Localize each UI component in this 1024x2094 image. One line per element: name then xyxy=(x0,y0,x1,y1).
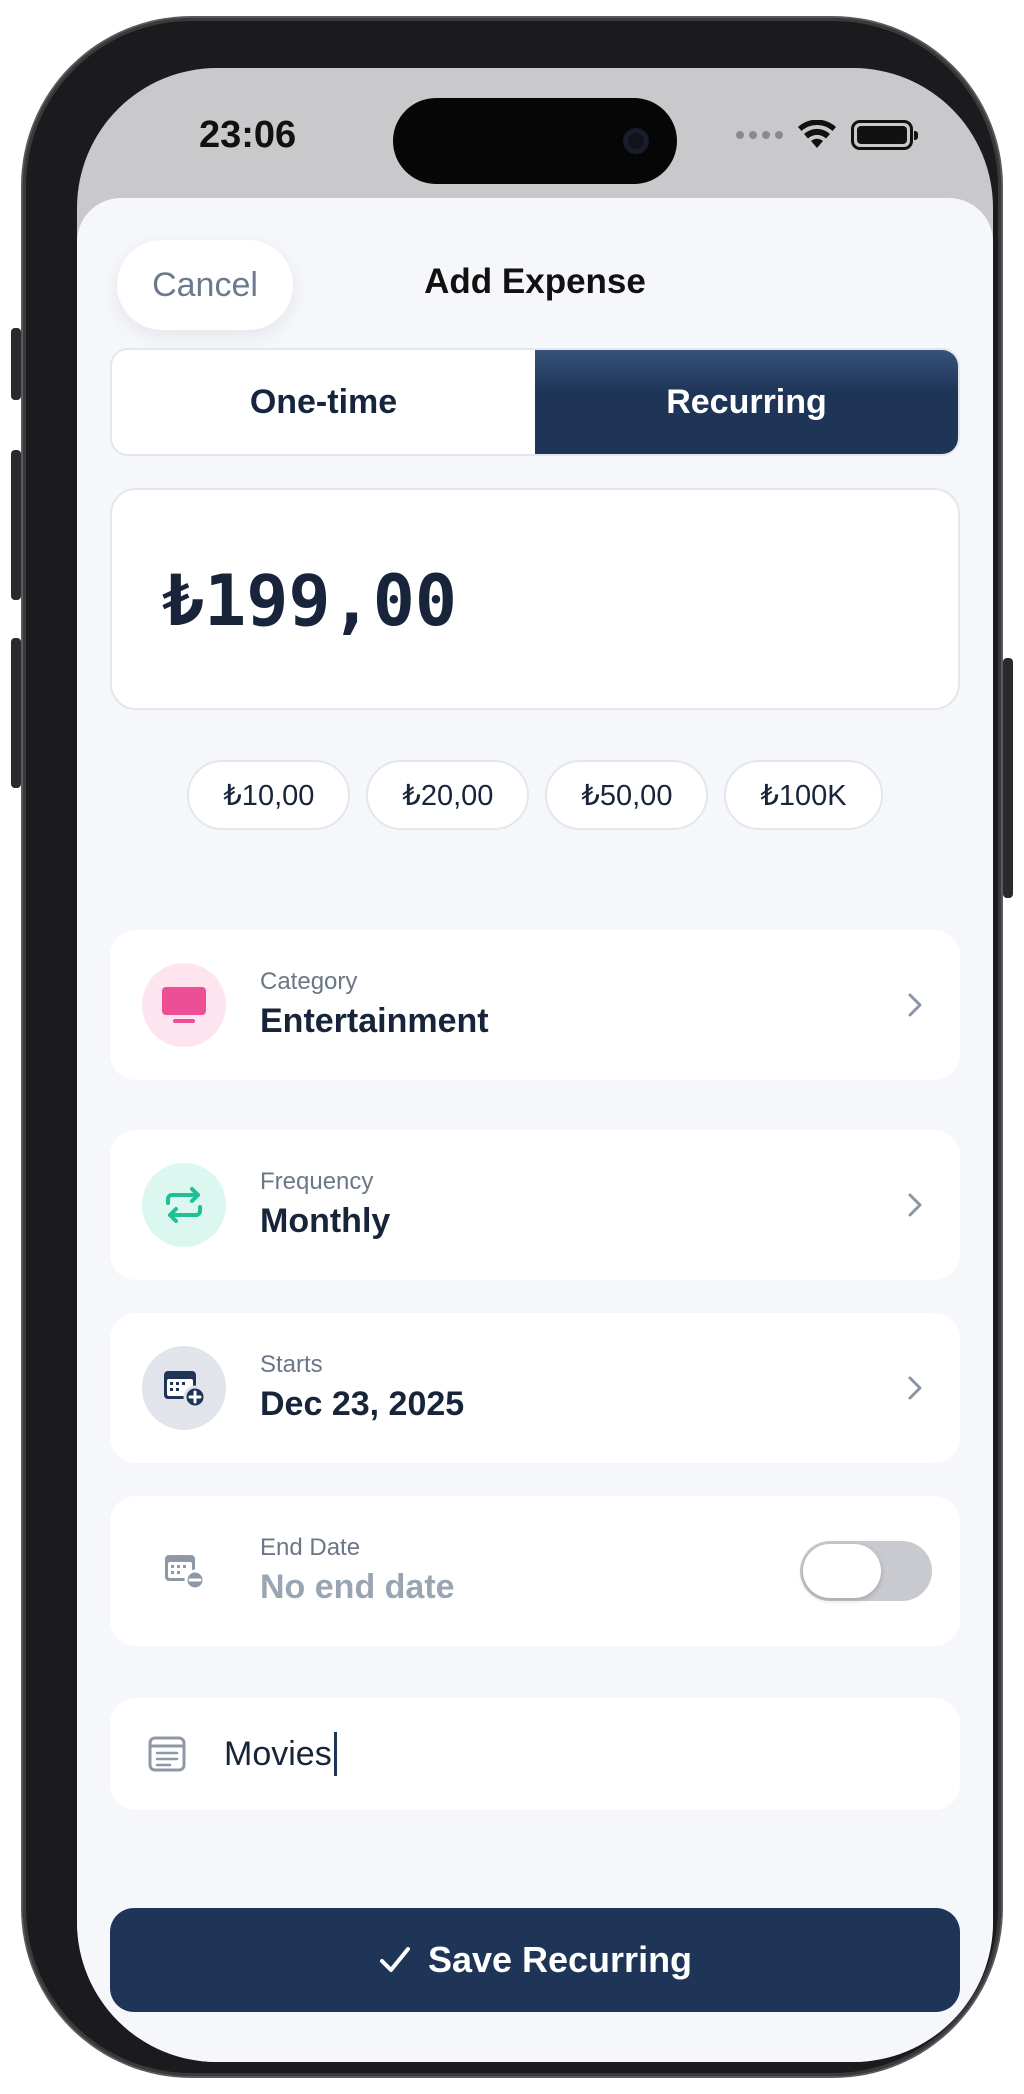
cellular-signal-icon xyxy=(736,131,783,139)
expense-type-segmented-control: One-time Recurring xyxy=(110,348,960,456)
note-text: Movies xyxy=(224,1732,337,1776)
add-expense-sheet: Cancel Add Expense One-time Recurring ₺1… xyxy=(77,198,993,2062)
action-button xyxy=(11,328,21,400)
volume-up-button xyxy=(11,450,21,600)
status-bar: 23:06 xyxy=(77,68,993,198)
note-input[interactable]: Movies xyxy=(110,1698,960,1810)
frequency-label: Frequency xyxy=(260,1168,374,1195)
frequency-row[interactable]: Frequency Monthly xyxy=(110,1130,960,1280)
frequency-value: Monthly xyxy=(260,1202,391,1240)
category-icon-circle xyxy=(142,963,226,1047)
quick-amount-chip[interactable]: ₺10,00 xyxy=(187,760,351,830)
quick-amounts: ₺10,00 ₺20,00 ₺50,00 ₺100K xyxy=(77,760,993,830)
battery-icon xyxy=(851,120,918,150)
repeat-icon xyxy=(166,1187,202,1223)
phone-frame: 23:06 Cancel Add Expense One-time Recurr… xyxy=(11,18,1013,2076)
end-date-icon-circle xyxy=(142,1529,226,1613)
end-date-label: End Date xyxy=(260,1534,361,1561)
start-date-value: Dec 23, 2025 xyxy=(260,1385,465,1423)
amount-value: ₺199,00 xyxy=(162,560,458,642)
text-cursor xyxy=(333,1732,337,1776)
end-date-toggle[interactable] xyxy=(800,1541,932,1601)
segment-recurring[interactable]: Recurring xyxy=(535,350,958,454)
status-time: 23:06 xyxy=(199,114,297,156)
volume-down-button xyxy=(11,638,21,788)
screen: 23:06 Cancel Add Expense One-time Recurr… xyxy=(77,68,993,2062)
frequency-icon-circle xyxy=(142,1163,226,1247)
dynamic-island xyxy=(393,98,677,184)
note-value: Movies xyxy=(224,1734,332,1773)
sheet-header: Cancel Add Expense xyxy=(77,198,993,338)
calendar-remove-icon xyxy=(165,1555,206,1591)
camera-icon xyxy=(623,128,649,154)
calendar-add-icon xyxy=(164,1371,207,1409)
start-date-label: Starts xyxy=(260,1351,323,1378)
power-button xyxy=(1003,658,1013,898)
category-label: Category xyxy=(260,968,358,995)
segment-one-time[interactable]: One-time xyxy=(112,350,535,454)
checkmark-icon xyxy=(379,1947,410,1972)
status-indicators xyxy=(736,120,918,150)
amount-input[interactable]: ₺199,00 xyxy=(110,488,960,710)
tv-icon xyxy=(162,987,206,1023)
quick-amount-chip[interactable]: ₺100K xyxy=(724,760,883,830)
category-value: Entertainment xyxy=(260,1002,489,1040)
chevron-right-icon xyxy=(908,1376,922,1400)
category-row[interactable]: Category Entertainment xyxy=(110,930,960,1080)
page-title: Add Expense xyxy=(424,262,646,301)
toggle-knob xyxy=(803,1544,881,1598)
quick-amount-chip[interactable]: ₺20,00 xyxy=(366,760,530,830)
quick-amount-chip[interactable]: ₺50,00 xyxy=(545,760,709,830)
chevron-right-icon xyxy=(908,1193,922,1217)
start-date-row[interactable]: Starts Dec 23, 2025 xyxy=(110,1313,960,1463)
end-date-value: No end date xyxy=(260,1568,455,1606)
save-label: Save Recurring xyxy=(427,1939,693,1980)
start-date-icon-circle xyxy=(142,1346,226,1430)
save-recurring-button[interactable]: Save Recurring xyxy=(110,1908,960,2012)
chevron-right-icon xyxy=(908,993,922,1017)
end-date-row: End Date No end date xyxy=(110,1496,960,1646)
note-icon xyxy=(148,1736,186,1772)
wifi-icon xyxy=(798,120,836,148)
